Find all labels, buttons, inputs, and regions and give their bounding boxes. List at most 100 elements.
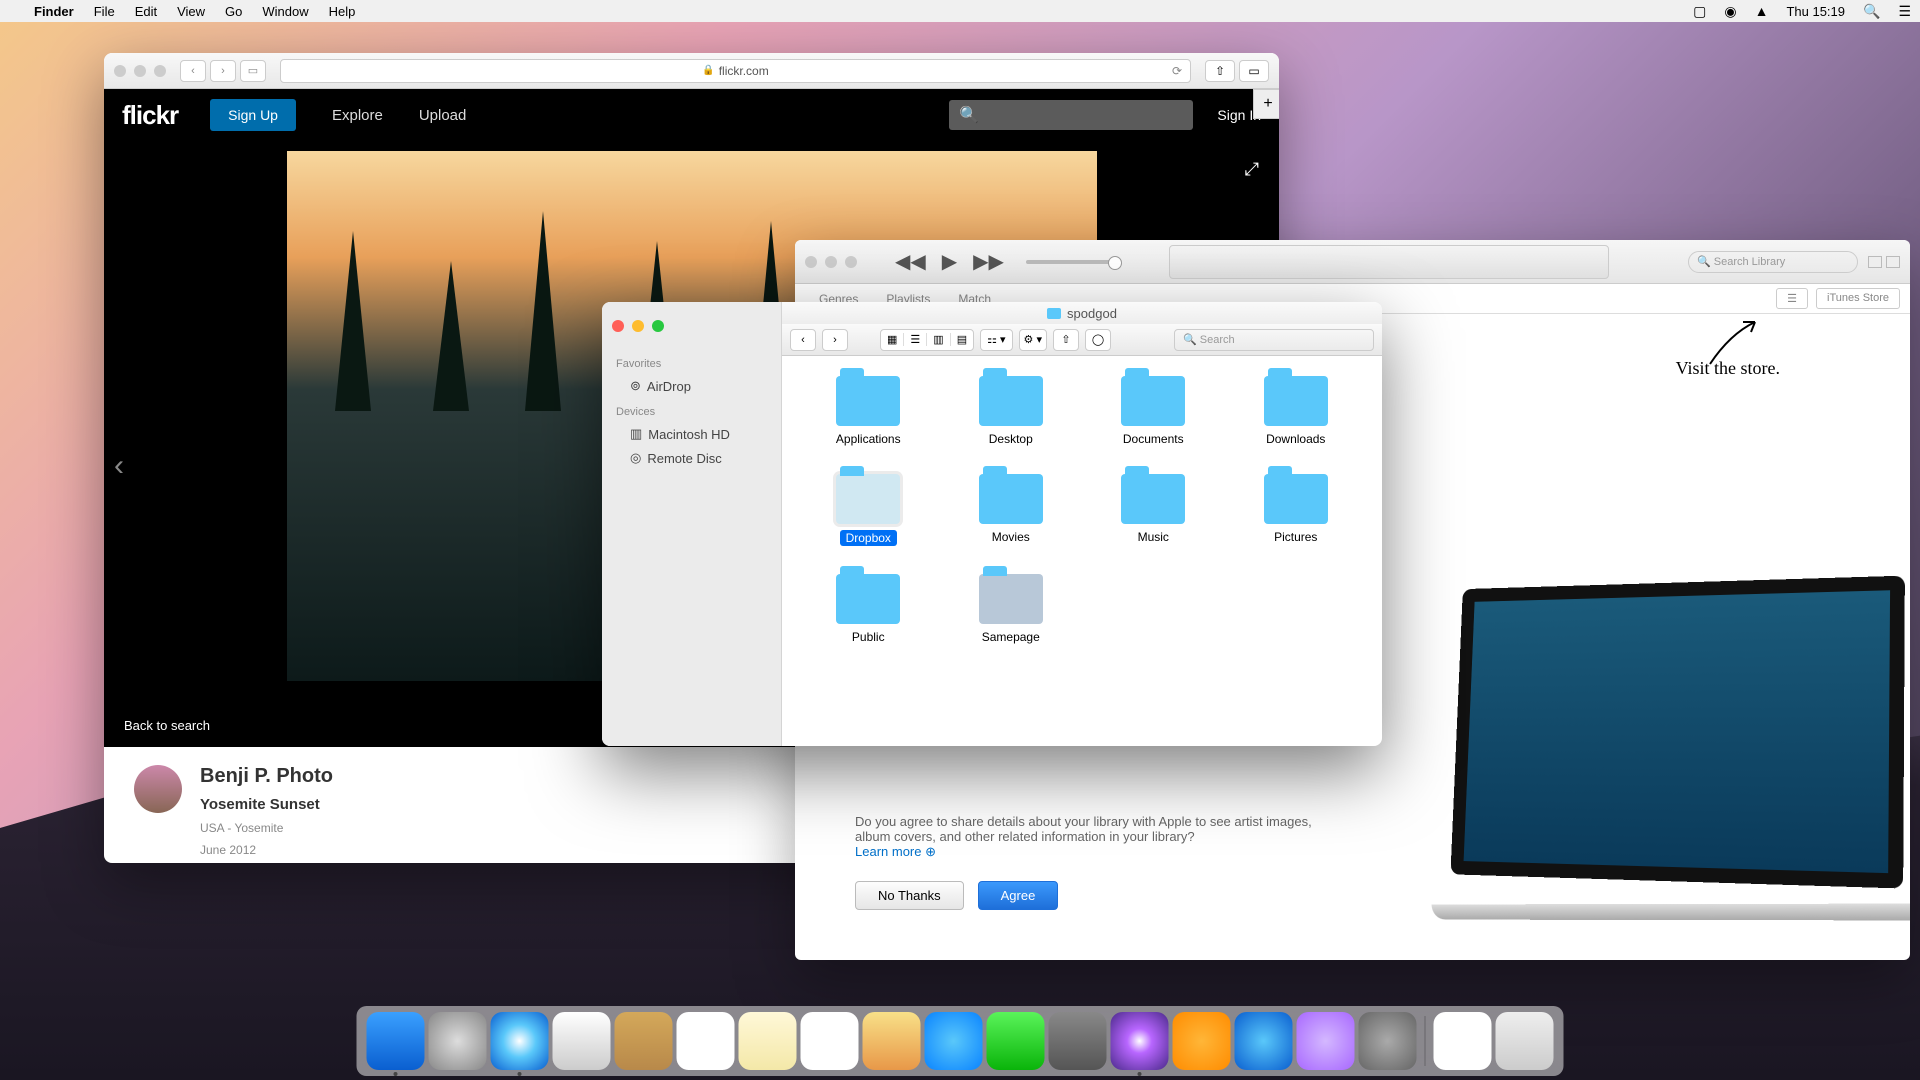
dock-appstore[interactable] [1235, 1012, 1293, 1070]
folder-public[interactable]: Public [802, 574, 935, 644]
nav-explore[interactable]: Explore [332, 107, 383, 124]
forward-button[interactable]: › [210, 60, 236, 82]
folder-dropbox[interactable]: Dropbox [802, 474, 935, 546]
dock-mail[interactable] [553, 1012, 611, 1070]
folder-icon [979, 574, 1043, 624]
zoom-icon[interactable] [845, 256, 857, 268]
dock-safari[interactable] [491, 1012, 549, 1070]
folder-pictures[interactable]: Pictures [1230, 474, 1363, 546]
sidebar-header-favorites: Favorites [602, 350, 781, 374]
share-button[interactable]: ⇧ [1053, 329, 1079, 351]
zoom-icon[interactable] [154, 65, 166, 77]
menu-window[interactable]: Window [252, 4, 318, 19]
prev-photo-button[interactable]: ‹ [114, 449, 124, 483]
back-button[interactable]: ‹ [790, 329, 816, 351]
folder-applications[interactable]: Applications [802, 376, 935, 446]
menu-file[interactable]: File [84, 4, 125, 19]
reload-icon[interactable]: ⟳ [1172, 64, 1182, 78]
share-button[interactable]: ⇧ [1205, 60, 1235, 82]
dock-separator [1425, 1016, 1426, 1066]
folder-label: Movies [992, 530, 1030, 544]
sidebar-item-remote-disc[interactable]: ◎Remote Disc [602, 446, 781, 470]
dock-finder[interactable] [367, 1012, 425, 1070]
itunes-search[interactable]: 🔍 Search Library [1688, 251, 1858, 273]
close-icon[interactable] [805, 256, 817, 268]
next-track-button[interactable]: ▶▶ [973, 249, 1004, 274]
fullscreen-button[interactable] [1886, 256, 1900, 268]
sidebar-item-macintosh-hd[interactable]: ▥Macintosh HD [602, 422, 781, 446]
folder-documents[interactable]: Documents [1087, 376, 1220, 446]
dock-activity[interactable] [1297, 1012, 1355, 1070]
author-name[interactable]: Benji P. Photo [200, 765, 333, 788]
arrange-button[interactable]: ⚏ ▾ [980, 329, 1012, 351]
new-tab-button[interactable]: + [1253, 89, 1279, 119]
itunes-store-button[interactable]: iTunes Store [1816, 288, 1900, 309]
folder-movies[interactable]: Movies [945, 474, 1078, 546]
volume-icon[interactable]: ▲ [1746, 3, 1778, 19]
no-thanks-button[interactable]: No Thanks [855, 881, 964, 910]
dock-reminders[interactable] [801, 1012, 859, 1070]
dock-maps[interactable] [863, 1012, 921, 1070]
dock-messages[interactable] [925, 1012, 983, 1070]
folder-samepage[interactable]: Samepage [945, 574, 1078, 644]
menu-help[interactable]: Help [319, 4, 366, 19]
dock-calendar[interactable] [677, 1012, 735, 1070]
list-view-button[interactable]: ☰ [1776, 288, 1808, 309]
menu-view[interactable]: View [167, 4, 215, 19]
dock-itunes[interactable] [1111, 1012, 1169, 1070]
tabs-button[interactable]: ▭ [1239, 60, 1269, 82]
action-button[interactable]: ⚙ ▾ [1019, 329, 1047, 351]
dock-launchpad[interactable] [429, 1012, 487, 1070]
zoom-icon[interactable] [652, 320, 664, 332]
fullscreen-icon[interactable]: ⤢ [1245, 159, 1259, 180]
dock [357, 1006, 1564, 1076]
dock-notes[interactable] [739, 1012, 797, 1070]
notification-center-icon[interactable]: ☰ [1889, 3, 1920, 20]
back-to-search-link[interactable]: Back to search [124, 718, 210, 733]
learn-more-link[interactable]: Learn more ⊕ [855, 844, 936, 859]
dock-facetime[interactable] [987, 1012, 1045, 1070]
folder-downloads[interactable]: Downloads [1230, 376, 1363, 446]
menu-clock[interactable]: Thu 15:19 [1777, 4, 1854, 19]
minimize-icon[interactable] [825, 256, 837, 268]
agree-button[interactable]: Agree [978, 881, 1059, 910]
nav-upload[interactable]: Upload [419, 107, 467, 124]
tags-button[interactable]: ◯ [1085, 329, 1111, 351]
airplay-icon[interactable]: ▢ [1684, 3, 1715, 20]
sidebar-button[interactable]: ▭ [240, 60, 266, 82]
finder-window[interactable]: Favorites ⊚AirDrop Devices ▥Macintosh HD… [602, 302, 1382, 746]
sidebar-header-devices: Devices [602, 398, 781, 422]
dock-ibooks[interactable] [1173, 1012, 1231, 1070]
menu-go[interactable]: Go [215, 4, 252, 19]
forward-button[interactable]: › [822, 329, 848, 351]
back-button[interactable]: ‹ [180, 60, 206, 82]
menu-app-name[interactable]: Finder [24, 4, 84, 19]
menu-edit[interactable]: Edit [125, 4, 167, 19]
dock-contacts[interactable] [615, 1012, 673, 1070]
dock-photobooth[interactable] [1049, 1012, 1107, 1070]
dock-trash[interactable] [1496, 1012, 1554, 1070]
sidebar-item-airdrop[interactable]: ⊚AirDrop [602, 374, 781, 398]
flickr-logo[interactable]: flickr [122, 100, 178, 131]
miniplayer-button[interactable] [1868, 256, 1882, 268]
dock-document[interactable] [1434, 1012, 1492, 1070]
finder-search[interactable]: 🔍 Search [1174, 329, 1374, 351]
dock-preferences[interactable] [1359, 1012, 1417, 1070]
play-button[interactable]: ▶ [942, 249, 957, 274]
wifi-icon[interactable]: ◉ [1715, 3, 1745, 20]
finder-icon-grid[interactable]: ApplicationsDesktopDocumentsDownloads Dro… [782, 356, 1382, 746]
minimize-icon[interactable] [134, 65, 146, 77]
minimize-icon[interactable] [632, 320, 644, 332]
close-icon[interactable] [114, 65, 126, 77]
flickr-search[interactable]: 🔍 [949, 100, 1193, 130]
address-bar[interactable]: 🔒 flickr.com ⟳ [280, 59, 1191, 83]
view-mode-buttons[interactable]: ▦☰▥▤ [880, 329, 974, 351]
close-icon[interactable] [612, 320, 624, 332]
prev-track-button[interactable]: ◀◀ [895, 249, 926, 274]
volume-slider[interactable] [1026, 260, 1116, 264]
folder-music[interactable]: Music [1087, 474, 1220, 546]
author-avatar[interactable] [134, 765, 182, 813]
signup-button[interactable]: Sign Up [210, 99, 296, 131]
spotlight-icon[interactable]: 🔍 [1854, 3, 1889, 20]
folder-desktop[interactable]: Desktop [945, 376, 1078, 446]
